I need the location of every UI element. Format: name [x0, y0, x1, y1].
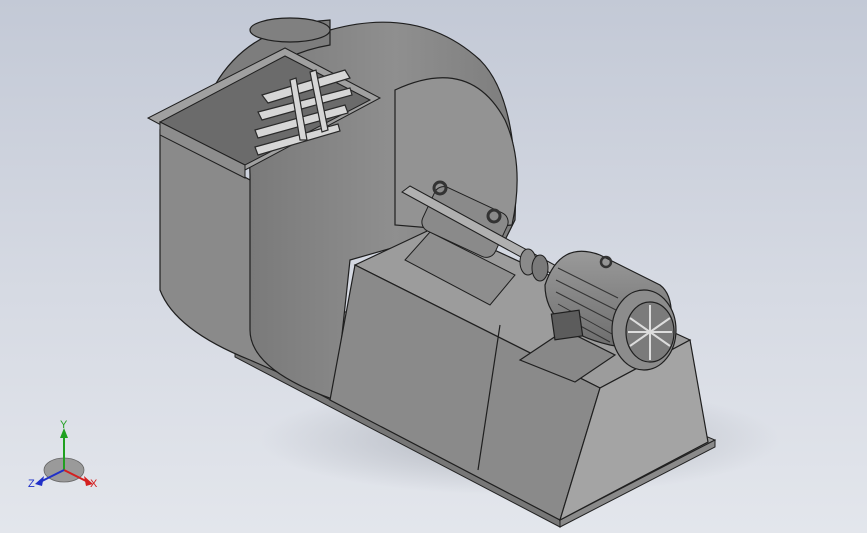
y-axis-label: Y [60, 419, 68, 431]
z-axis-label: Z [28, 478, 35, 490]
z-axis-arrow-icon [35, 476, 44, 486]
coordinate-triad[interactable]: Y X Z [28, 419, 98, 490]
cad-viewport[interactable]: Y X Z [0, 0, 867, 533]
blower-assembly-model[interactable]: Y X Z [0, 0, 867, 533]
x-axis-label: X [90, 478, 98, 490]
